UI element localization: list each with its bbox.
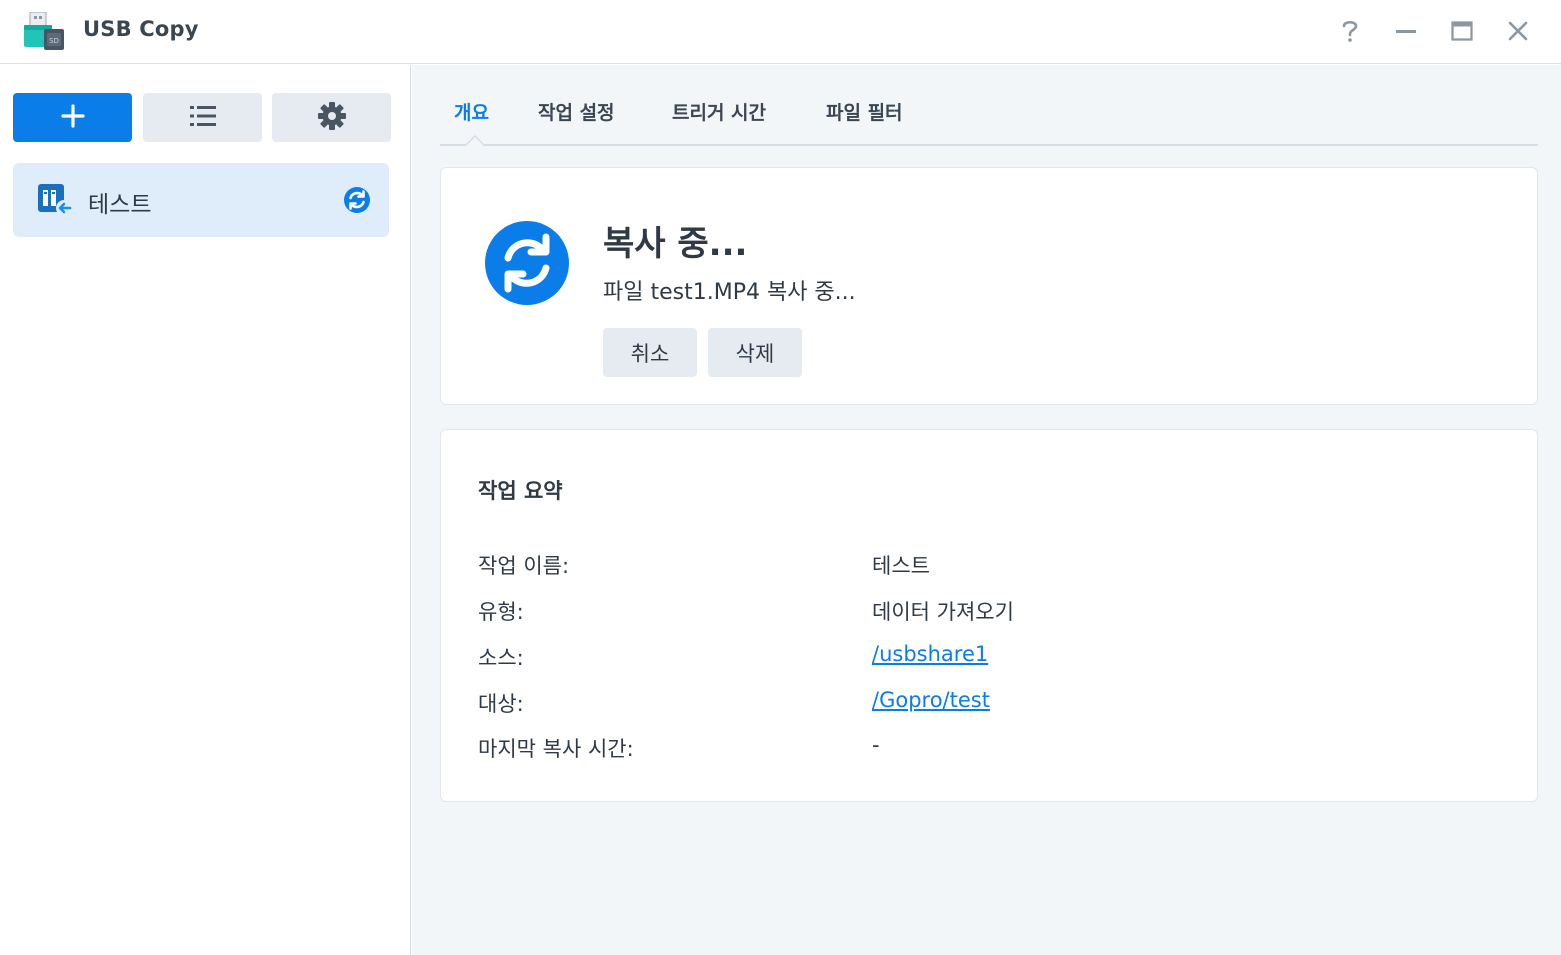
- help-button[interactable]: [1333, 14, 1367, 48]
- task-list-button[interactable]: [143, 93, 262, 142]
- cancel-button[interactable]: 취소: [603, 328, 697, 377]
- plus-icon: [60, 103, 85, 132]
- summary-value-task-name: 테스트: [872, 554, 930, 578]
- tab-task-settings[interactable]: 작업 설정: [538, 98, 615, 125]
- status-detail: 파일 test1.MP4 복사 중...: [603, 280, 856, 305]
- maximize-button[interactable]: [1445, 14, 1479, 48]
- task-name-label: 테스트: [88, 192, 152, 218]
- minimize-icon: [1395, 20, 1417, 42]
- summary-title: 작업 요약: [478, 479, 563, 503]
- sync-icon: [343, 186, 371, 214]
- list-icon: [189, 104, 217, 132]
- sync-icon: [484, 220, 570, 306]
- summary-value-type: 데이터 가져오기: [872, 600, 1014, 624]
- tab-trigger-time[interactable]: 트리거 시간: [672, 98, 766, 125]
- summary-label-destination: 대상:: [478, 692, 524, 716]
- maximize-icon: [1451, 21, 1473, 41]
- import-task-icon: [37, 183, 73, 217]
- summary-label-task-name: 작업 이름:: [478, 554, 570, 578]
- task-summary-card: 작업 요약 작업 이름: 테스트 유형: 데이터 가져오기 소스: /usbsh…: [440, 429, 1538, 802]
- main-panel: 개요 작업 설정 트리거 시간 파일 필터 복사 중... 파일 test1.M…: [412, 65, 1561, 955]
- sidebar-task-item[interactable]: 테스트: [13, 163, 389, 237]
- active-tab-indicator: [465, 135, 485, 147]
- gear-icon: [317, 101, 347, 135]
- usb-sd-app-icon: SD: [24, 11, 66, 52]
- sidebar: 테스트: [0, 65, 411, 955]
- delete-button[interactable]: 삭제: [708, 328, 802, 377]
- tab-overview[interactable]: 개요: [454, 98, 489, 125]
- title-bar: SD USB Copy: [0, 0, 1561, 64]
- close-icon: [1508, 21, 1528, 41]
- summary-label-type: 유형:: [478, 600, 524, 624]
- settings-button[interactable]: [272, 93, 391, 142]
- close-button[interactable]: [1501, 14, 1535, 48]
- app-title: USB Copy: [83, 17, 199, 41]
- svg-text:SD: SD: [49, 37, 59, 45]
- question-icon: [1340, 19, 1360, 43]
- status-card: 복사 중... 파일 test1.MP4 복사 중... 취소 삭제: [440, 167, 1538, 405]
- summary-label-last-copy-time: 마지막 복사 시간:: [478, 737, 634, 761]
- summary-value-last-copy-time: -: [872, 733, 880, 757]
- source-path-link[interactable]: /usbshare1: [872, 642, 988, 666]
- status-title: 복사 중...: [603, 224, 748, 264]
- destination-path-link[interactable]: /Gopro/test: [872, 688, 990, 712]
- minimize-button[interactable]: [1389, 14, 1423, 48]
- tab-file-filter[interactable]: 파일 필터: [826, 98, 903, 125]
- tab-bar: 개요 작업 설정 트리거 시간 파일 필터: [440, 65, 1538, 147]
- summary-label-source: 소스:: [478, 646, 524, 670]
- add-task-button[interactable]: [13, 93, 132, 142]
